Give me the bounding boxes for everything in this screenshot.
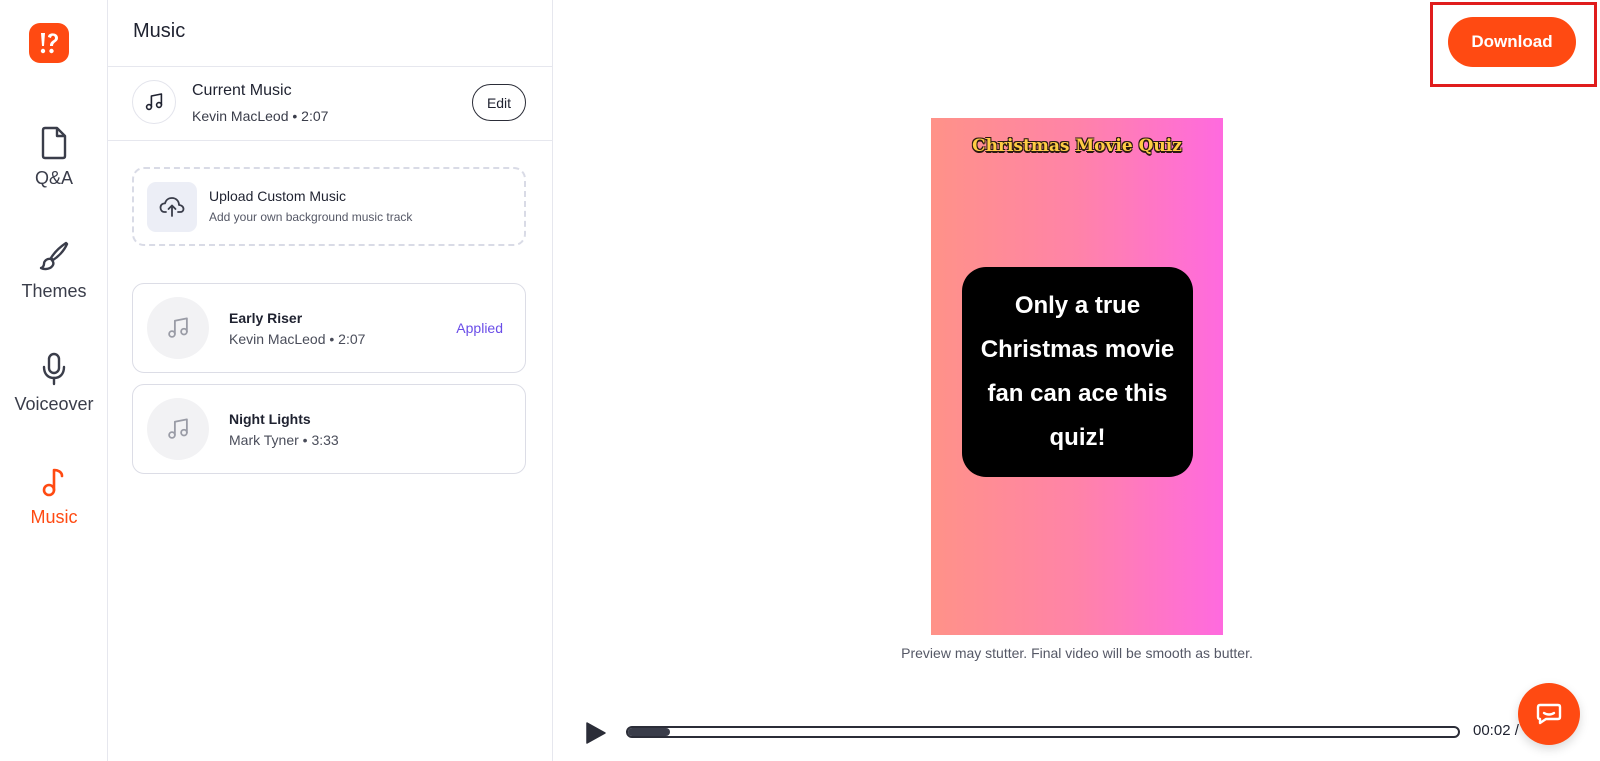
panel-title: Music — [133, 20, 186, 42]
track-item[interactable]: Early Riser Kevin MacLeod • 2:07 Applied — [132, 283, 526, 373]
logo-icon — [40, 33, 58, 54]
track-subtitle: Kevin MacLeod • 2:07 — [229, 331, 366, 347]
chat-icon — [1536, 703, 1562, 725]
nav-label-music: Music — [30, 507, 78, 527]
chat-button[interactable] — [1518, 683, 1580, 745]
nav-label-voiceover: Voiceover — [14, 394, 94, 414]
play-button[interactable] — [581, 719, 609, 747]
edit-button[interactable]: Edit — [472, 84, 526, 121]
applied-badge: Applied — [456, 320, 503, 336]
current-music-title: Current Music — [192, 82, 292, 99]
panel-divider — [108, 140, 553, 141]
music-note-icon — [37, 465, 71, 499]
upload-title: Upload Custom Music — [209, 188, 346, 204]
video-title: Christmas Movie Quiz — [972, 136, 1182, 156]
video-preview: Christmas Movie Quiz Only a true Christm… — [931, 118, 1223, 635]
download-button[interactable]: Download — [1448, 17, 1576, 67]
music-panel: Music Current Music Kevin MacLeod • 2:07… — [108, 0, 553, 761]
playback-time: 00:02 / — [1473, 722, 1519, 739]
track-title: Early Riser — [229, 310, 303, 326]
track-item[interactable]: Night Lights Mark Tyner • 3:33 — [132, 384, 526, 474]
cloud-upload-icon — [147, 182, 197, 232]
music-notes-icon — [132, 80, 176, 124]
track-subtitle: Mark Tyner • 3:33 — [229, 432, 339, 448]
nav-item-qa[interactable]: Q&A — [0, 126, 108, 189]
video-card-text: Only a true Christmas movie fan can ace … — [980, 292, 1175, 451]
microphone-icon — [37, 352, 71, 386]
nav-item-themes[interactable]: Themes — [0, 239, 108, 302]
music-notes-icon — [147, 398, 209, 460]
playback-progress-bar[interactable] — [626, 726, 1460, 738]
preview-note: Preview may stutter. Final video will be… — [901, 645, 1253, 661]
nav-item-voiceover[interactable]: Voiceover — [0, 352, 108, 415]
upload-custom-music[interactable]: Upload Custom Music Add your own backgro… — [132, 167, 526, 246]
track-title: Night Lights — [229, 411, 311, 427]
playback-progress-fill — [628, 728, 670, 736]
current-music-subtitle: Kevin MacLeod • 2:07 — [192, 108, 329, 124]
video-question-card: Only a true Christmas movie fan can ace … — [962, 267, 1193, 477]
brush-icon — [37, 239, 71, 273]
document-icon — [37, 126, 71, 160]
play-icon — [586, 722, 606, 744]
nav-label-qa: Q&A — [34, 168, 73, 188]
current-music: Current Music Kevin MacLeod • 2:07 Edit — [108, 67, 553, 140]
app-logo[interactable] — [29, 23, 69, 63]
nav-item-music[interactable]: Music — [0, 465, 108, 528]
music-notes-icon — [147, 297, 209, 359]
nav-label-themes: Themes — [21, 281, 87, 301]
nav-rail: Q&A Themes Voiceover Music — [0, 0, 108, 761]
upload-subtitle: Add your own background music track — [209, 210, 413, 224]
